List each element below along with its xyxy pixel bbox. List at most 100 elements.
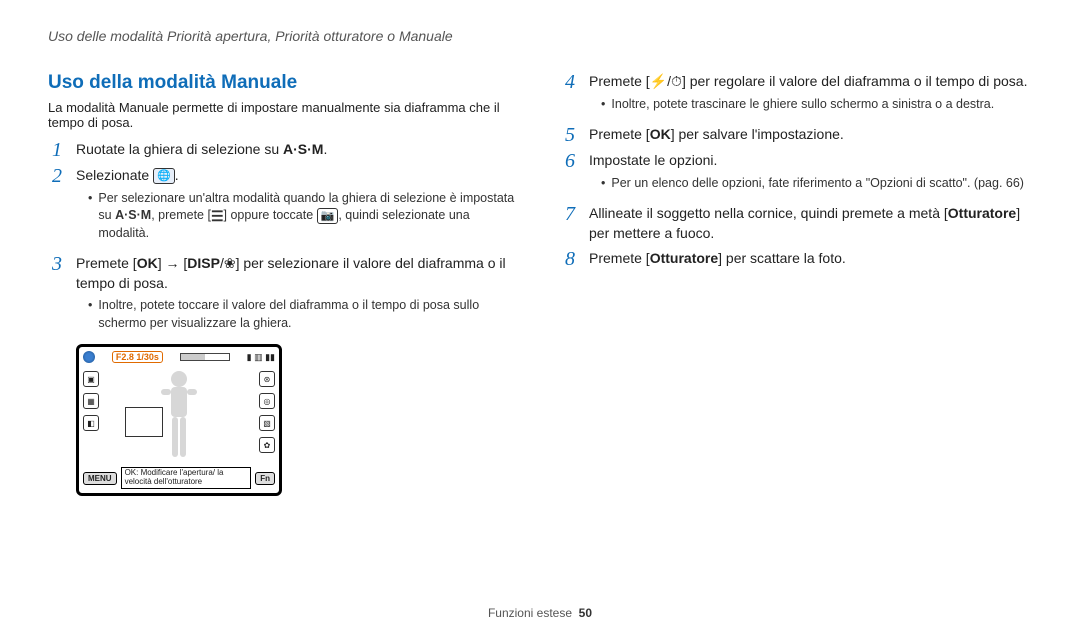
camera-icon: 📷 <box>317 208 339 224</box>
fn-button-label: Fn <box>255 472 275 485</box>
illu-bottom: MENU OK: Modificare l'apertura/ la veloc… <box>83 467 275 489</box>
bullet-text: Per selezionare un'altra modalità quando… <box>98 190 519 243</box>
page-footer: Funzioni estese 50 <box>0 606 1080 620</box>
step-8: 8 Premete [Otturatore] per scattare la f… <box>561 249 1032 269</box>
bullet-frag: ] oppure toccate <box>224 208 317 222</box>
illu-icon: ◎ <box>259 393 275 409</box>
step-number: 1 <box>48 140 66 160</box>
section-title: Uso della modalità Manuale <box>48 72 519 94</box>
step-text: ] per scattare la foto. <box>718 250 846 266</box>
section-lead: La modalità Manuale permette di impostar… <box>48 100 519 130</box>
steps-right: 4 Premete [⚡/⏱] per regolare il valore d… <box>561 72 1032 269</box>
menu-icon: ☰ <box>211 209 224 223</box>
step-number: 5 <box>561 125 579 145</box>
caption-box: OK: Modificare l'apertura/ la velocità d… <box>121 467 252 489</box>
bullet: • Inoltre, potete trascinare le ghiere s… <box>601 96 1032 114</box>
bullet: • Per un elenco delle opzioni, fate rife… <box>601 175 1032 193</box>
step-body: Allineate il soggetto nella cornice, qui… <box>589 204 1032 243</box>
bullet-dot: • <box>601 175 605 193</box>
manual-page: Uso delle modalità Priorità apertura, Pr… <box>0 0 1080 630</box>
step-body: Premete [OK] per salvare l'impostazione. <box>589 125 1032 145</box>
illu-icon: ◧ <box>83 415 99 431</box>
step-body: Premete [⚡/⏱] per regolare il valore del… <box>589 72 1032 119</box>
bullet-list: • Per selezionare un'altra modalità quan… <box>76 190 519 243</box>
bullet-dot: • <box>601 96 605 114</box>
disp-label: DISP <box>187 255 220 271</box>
mode-icon: 🌐 <box>153 168 175 184</box>
bullet: • Per selezionare un'altra modalità quan… <box>88 190 519 243</box>
timer-icon: ⏱ <box>671 73 682 89</box>
step-number: 8 <box>561 249 579 269</box>
bullet: • Inoltre, potete toccare il valore del … <box>88 297 519 332</box>
step-body: Selezionate 🌐. • Per selezionare un'altr… <box>76 166 519 248</box>
otturatore-label: Otturatore <box>948 205 1016 221</box>
step-text: Premete [ <box>589 73 650 89</box>
otturatore-label: Otturatore <box>650 250 718 266</box>
right-icon-column: ⊛ ◎ ▧ ✿ <box>259 371 275 453</box>
left-column: Uso della modalità Manuale La modalità M… <box>48 72 519 496</box>
step-number: 2 <box>48 166 66 248</box>
step-2: 2 Selezionate 🌐. • Per selezionare un'al… <box>48 166 519 248</box>
step-body: Premete [OK] → [DISP/❀] per selezionare … <box>76 254 519 338</box>
menu-button-label: MENU <box>83 472 117 485</box>
illu-icon: ▦ <box>83 393 99 409</box>
bullet-dot: • <box>88 297 92 332</box>
bullet-text: Inoltre, potete toccare il valore del di… <box>98 297 519 332</box>
step-7: 7 Allineate il soggetto nella cornice, q… <box>561 204 1032 243</box>
step-text: . <box>323 141 327 157</box>
page-number: 50 <box>579 606 592 620</box>
right-column: 4 Premete [⚡/⏱] per regolare il valore d… <box>561 72 1032 496</box>
illu-icon: ▣ <box>83 371 99 387</box>
bullet-list: • Inoltre, potete toccare il valore del … <box>76 297 519 332</box>
earth-icon <box>83 351 95 363</box>
ev-scale <box>180 353 230 361</box>
step-number: 3 <box>48 254 66 338</box>
step-number: 7 <box>561 204 579 243</box>
asm-label: A·S·M <box>115 208 151 222</box>
two-column-layout: Uso della modalità Manuale La modalità M… <box>48 72 1032 496</box>
illu-icon: ▧ <box>259 415 275 431</box>
flash-icon: ⚡ <box>650 73 667 89</box>
aperture-shutter-readout: F2.8 1/30s <box>112 351 163 363</box>
bullet-text: Inoltre, potete trascinare le ghiere sul… <box>611 96 994 114</box>
step-6: 6 Impostate le opzioni. • Per un elenco … <box>561 151 1032 198</box>
left-icon-column: ▣ ▦ ◧ <box>83 371 99 431</box>
illu-main: ▣ ▦ ◧ ⊛ ◎ ▧ ✿ <box>83 365 275 465</box>
step-3: 3 Premete [OK] → [DISP/❀] per selezionar… <box>48 254 519 338</box>
bullet-list: • Per un elenco delle opzioni, fate rife… <box>589 175 1032 193</box>
bullet-text: Per un elenco delle opzioni, fate riferi… <box>611 175 1024 193</box>
step-5: 5 Premete [OK] per salvare l'impostazion… <box>561 125 1032 145</box>
ok-label: OK <box>137 255 158 271</box>
step-text: ] → [ <box>158 255 188 271</box>
bullet-list: • Inoltre, potete trascinare le ghiere s… <box>589 96 1032 114</box>
step-number: 4 <box>561 72 579 119</box>
illu-icon: ✿ <box>259 437 275 453</box>
illu-icon: ⊛ <box>259 371 275 387</box>
running-header: Uso delle modalità Priorità apertura, Pr… <box>48 28 1032 44</box>
illu-topbar: F2.8 1/30s ▮ ▥ ▮▮ <box>83 351 275 363</box>
footer-section: Funzioni estese <box>488 606 572 620</box>
step-body: Ruotate la ghiera di selezione su A·S·M. <box>76 140 519 160</box>
step-text: Impostate le opzioni. <box>589 152 717 168</box>
step-text: Allineate il soggetto nella cornice, qui… <box>589 205 948 221</box>
step-text: ] per regolare il valore del diaframma o… <box>682 73 1028 89</box>
bullet-dot: • <box>88 190 92 243</box>
step-text: Selezionate <box>76 167 153 183</box>
bullet-frag: , premete [ <box>151 208 211 222</box>
camera-screen-illustration: F2.8 1/30s ▮ ▥ ▮▮ ▣ ▦ ◧ ⊛ ◎ ▧ ✿ <box>76 344 282 496</box>
step-text: Ruotate la ghiera di selezione su <box>76 141 283 157</box>
step-number: 6 <box>561 151 579 198</box>
step-text: Premete [ <box>589 250 650 266</box>
step-body: Impostate le opzioni. • Per un elenco de… <box>589 151 1032 198</box>
step-text: ] per salvare l'impostazione. <box>671 126 844 142</box>
steps-left: 1 Ruotate la ghiera di selezione su A·S·… <box>48 140 519 338</box>
flower-icon: ❀ <box>224 255 236 271</box>
battery-icon: ▮ ▥ ▮▮ <box>247 352 275 363</box>
step-4: 4 Premete [⚡/⏱] per regolare il valore d… <box>561 72 1032 119</box>
step-1: 1 Ruotate la ghiera di selezione su A·S·… <box>48 140 519 160</box>
step-text: Premete [ <box>76 255 137 271</box>
step-body: Premete [Otturatore] per scattare la fot… <box>589 249 1032 269</box>
step-text: Premete [ <box>589 126 650 142</box>
ok-label: OK <box>650 126 671 142</box>
focus-rectangle <box>125 407 163 437</box>
